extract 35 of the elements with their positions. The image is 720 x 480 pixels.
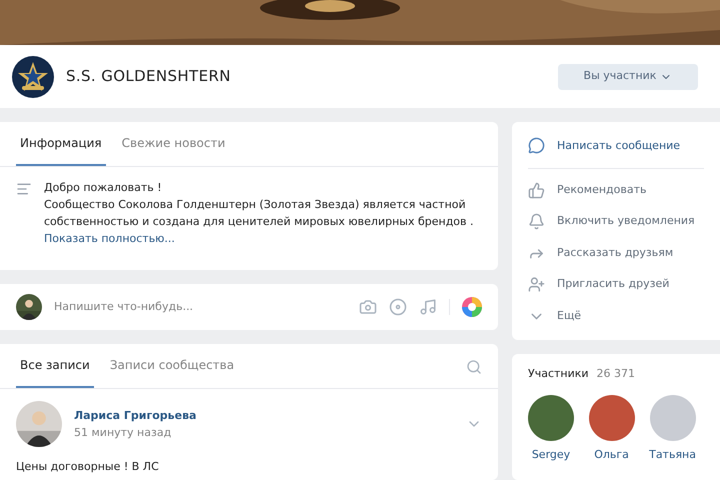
members-title: Участники	[528, 366, 589, 382]
tab[interactable]: Свежие новости	[118, 122, 230, 166]
tab[interactable]: Все записи	[16, 344, 94, 388]
post-author[interactable]: Лариса Григорьева	[74, 407, 196, 424]
tab[interactable]: Записи сообщества	[106, 344, 238, 388]
description-text: Сообщество Соколова Голденштерн (Золотая Звезда) является частной собственностью и создана для ценителей мировых ювелирных брендов .	[44, 197, 475, 230]
action-item[interactable]: Написать сообщение	[528, 130, 704, 162]
description-text: Добро пожаловать !	[44, 180, 163, 196]
post-text: Цены договорные ! В ЛС	[15, 459, 160, 475]
member-button[interactable]: Вы участник	[558, 64, 698, 90]
member-name[interactable]: Ольга	[594, 446, 629, 463]
member-name[interactable]: Sergey	[532, 446, 570, 463]
action-item[interactable]: Пригласить друзей	[528, 268, 704, 300]
person-plus-icon	[528, 276, 545, 294]
search-icon[interactable]	[466, 359, 482, 375]
color-wheel-icon[interactable]	[462, 297, 482, 317]
show-more-link[interactable]: Показать полностью...	[44, 230, 175, 247]
camera-icon[interactable]	[359, 298, 377, 316]
members-count: 26 371	[596, 366, 636, 382]
star-logo-icon	[12, 56, 54, 98]
text-lines-icon	[16, 181, 32, 197]
action-item[interactable]: Рассказать друзьям	[528, 237, 704, 269]
speech-bubble-icon	[528, 137, 545, 154]
bell-icon	[528, 213, 545, 230]
group-name: S.S. GOLDENSHTERN	[66, 66, 231, 88]
post-input-field[interactable]: Напишите что-нибудь...	[54, 298, 347, 316]
action-item[interactable]: Ещё	[528, 300, 704, 332]
action-item[interactable]: Рекомендовать	[528, 174, 704, 206]
post-time: 51 минуту назад	[74, 425, 172, 441]
tab[interactable]: Информация	[16, 122, 106, 166]
action-item[interactable]: Включить уведомления	[528, 206, 704, 238]
member-name[interactable]: Татьяна	[649, 446, 696, 463]
music-note-icon[interactable]	[419, 298, 437, 316]
disc-icon[interactable]	[389, 298, 407, 316]
thumbs-up-icon	[528, 182, 545, 199]
